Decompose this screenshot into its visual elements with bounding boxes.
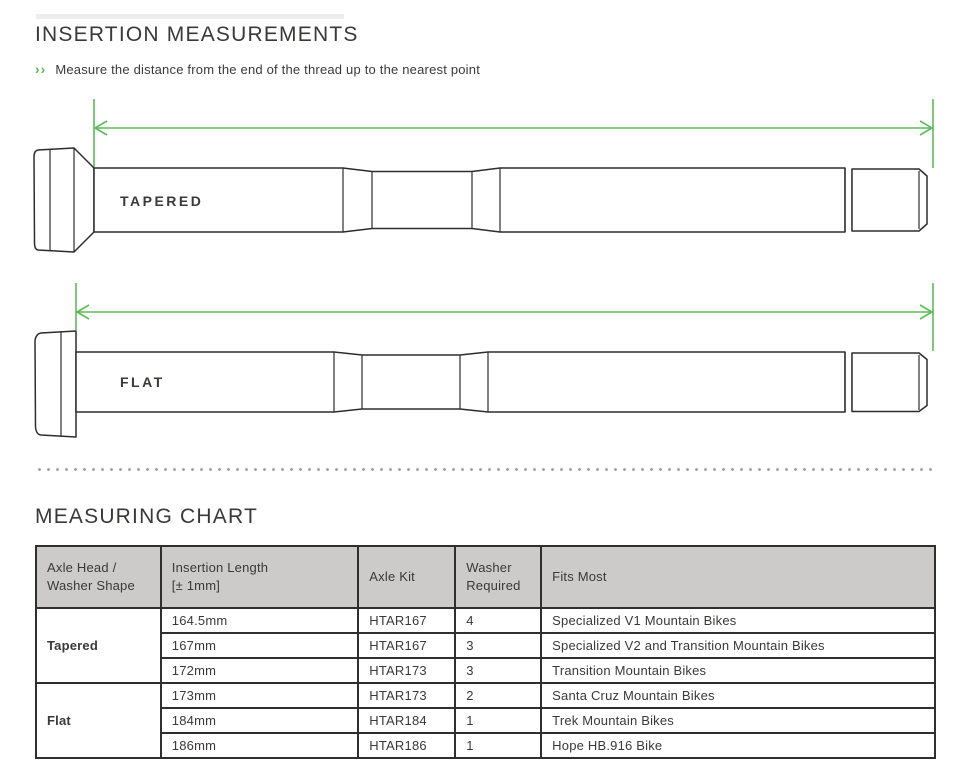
axle-kit-cell: HTAR167 (358, 608, 455, 633)
washer-required-cell: 3 (455, 633, 541, 658)
col-header-washer-required: Washer Required (455, 546, 541, 608)
flat-dimension-arrow (76, 283, 933, 351)
table-header-row: Axle Head / Washer Shape Insertion Lengt… (36, 546, 935, 608)
dotted-divider (35, 467, 936, 472)
table-row: Tapered 164.5mm HTAR167 4 Specialized V1… (36, 608, 935, 633)
axle-kit-cell: HTAR186 (358, 733, 455, 758)
col-header-fits-most: Fits Most (541, 546, 935, 608)
fits-most-cell: Hope HB.916 Bike (541, 733, 935, 758)
tapered-axle-drawing: TAPERED (34, 148, 927, 252)
insertion-length-cell: 173mm (161, 683, 359, 708)
fits-most-cell: Specialized V1 Mountain Bikes (541, 608, 935, 633)
axle-kit-cell: HTAR173 (358, 658, 455, 683)
axle-diagrams: TAPERED FLAT (0, 0, 970, 460)
header-line: Insertion Length (172, 559, 348, 577)
washer-required-cell: 1 (455, 733, 541, 758)
washer-required-cell: 3 (455, 658, 541, 683)
header-line: Washer Shape (47, 577, 150, 595)
col-header-axle-head-washer-shape: Axle Head / Washer Shape (36, 546, 161, 608)
flat-label: FLAT (120, 374, 165, 390)
col-header-insertion-length: Insertion Length [± 1mm] (161, 546, 359, 608)
col-header-axle-kit: Axle Kit (358, 546, 455, 608)
fits-most-cell: Trek Mountain Bikes (541, 708, 935, 733)
table-row: 167mm HTAR167 3 Specialized V2 and Trans… (36, 633, 935, 658)
table-row: Flat 173mm HTAR173 2 Santa Cruz Mountain… (36, 683, 935, 708)
shape-cell-tapered: Tapered (36, 608, 161, 683)
header-line: Required (466, 577, 530, 595)
insertion-measurements-page: INSERTION MEASUREMENTS ›› Measure the di… (0, 0, 970, 776)
measuring-chart-table: Axle Head / Washer Shape Insertion Lengt… (35, 545, 936, 759)
header-line: Axle Kit (369, 568, 444, 586)
axle-kit-cell: HTAR173 (358, 683, 455, 708)
insertion-length-cell: 186mm (161, 733, 359, 758)
washer-required-cell: 1 (455, 708, 541, 733)
header-line: Axle Head / (47, 559, 150, 577)
measuring-chart-title: MEASURING CHART (35, 505, 258, 529)
tapered-dimension-arrow (94, 99, 933, 168)
header-line: Fits Most (552, 568, 924, 586)
tapered-label: TAPERED (120, 193, 203, 209)
table-row: 172mm HTAR173 3 Transition Mountain Bike… (36, 658, 935, 683)
insertion-length-cell: 167mm (161, 633, 359, 658)
table-row: 184mm HTAR184 1 Trek Mountain Bikes (36, 708, 935, 733)
fits-most-cell: Specialized V2 and Transition Mountain B… (541, 633, 935, 658)
insertion-length-cell: 184mm (161, 708, 359, 733)
flat-axle-drawing: FLAT (35, 331, 927, 437)
axle-kit-cell: HTAR167 (358, 633, 455, 658)
insertion-length-cell: 164.5mm (161, 608, 359, 633)
insertion-length-cell: 172mm (161, 658, 359, 683)
fits-most-cell: Santa Cruz Mountain Bikes (541, 683, 935, 708)
axle-kit-cell: HTAR184 (358, 708, 455, 733)
washer-required-cell: 4 (455, 608, 541, 633)
washer-required-cell: 2 (455, 683, 541, 708)
shape-cell-flat: Flat (36, 683, 161, 758)
header-line: Washer (466, 559, 530, 577)
fits-most-cell: Transition Mountain Bikes (541, 658, 935, 683)
header-line: [± 1mm] (172, 577, 348, 595)
table-row: 186mm HTAR186 1 Hope HB.916 Bike (36, 733, 935, 758)
